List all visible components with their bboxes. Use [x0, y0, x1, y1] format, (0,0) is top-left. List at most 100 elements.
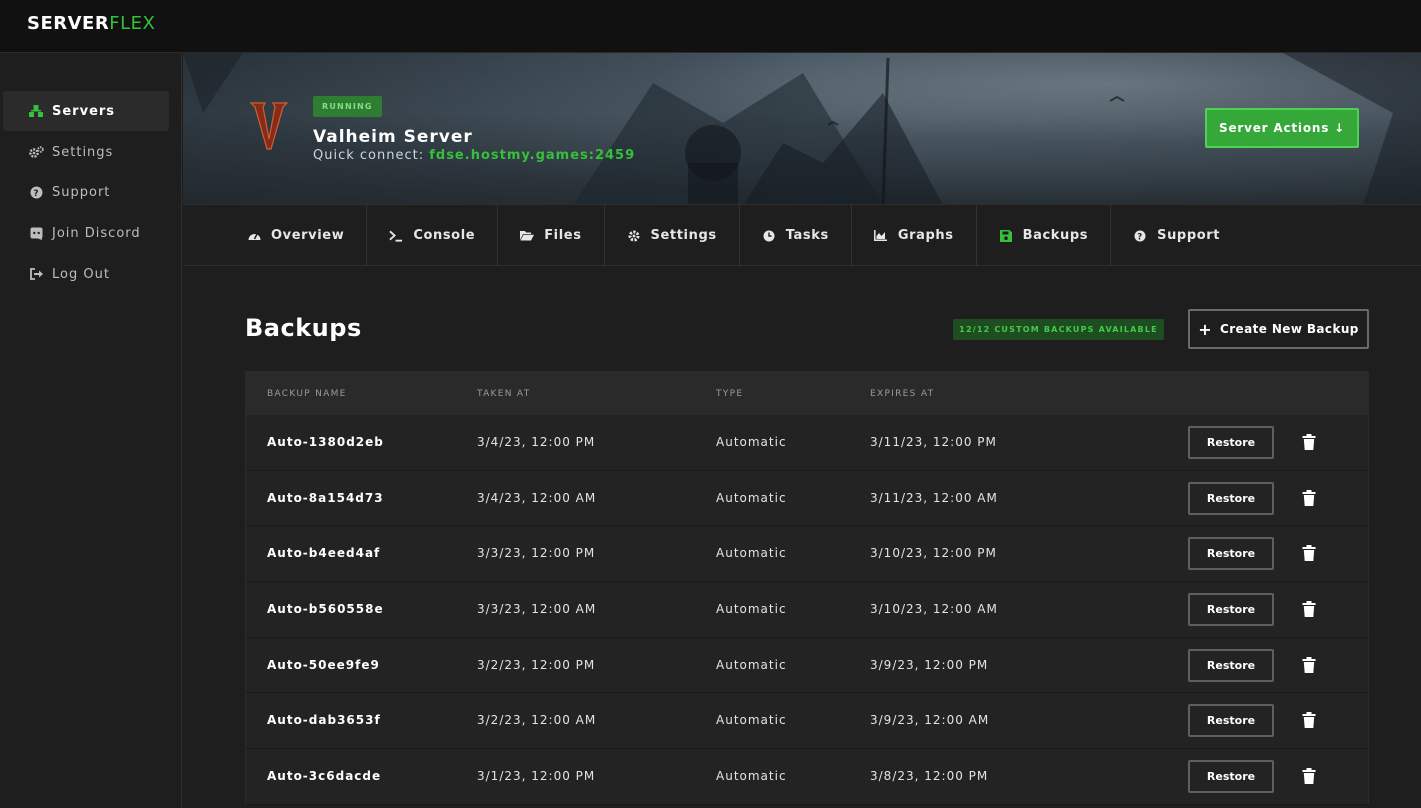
backup-taken-at: 3/1/23, 12:00 PM [477, 769, 596, 784]
sidebar-item-join-discord[interactable]: Join Discord [3, 213, 169, 253]
tab-label: Graphs [897, 228, 954, 243]
tab-files[interactable]: Files [498, 205, 605, 266]
tab-label: Backups [1022, 228, 1089, 243]
sidebar-item-label: Servers [52, 103, 116, 119]
backup-name: Auto-3c6dacde [267, 769, 382, 784]
backup-expires-at: 3/8/23, 12:00 PM [870, 769, 989, 784]
table-row: Auto-3c6dacde 3/1/23, 12:00 PM Automatic… [245, 749, 1369, 805]
restore-button[interactable]: Restore [1188, 648, 1274, 682]
quick-connect: Quick connect: fdse.hostmy.games:2459 [313, 148, 635, 163]
column-header-taken-at: TAKEN AT [477, 389, 531, 399]
table-body: Auto-1380d2eb 3/4/23, 12:00 PM Automatic… [245, 415, 1369, 805]
server-name: Valheim Server [313, 127, 473, 147]
gears-icon [28, 145, 44, 159]
sidebar-item-label: Support [52, 184, 111, 200]
backup-name: Auto-b4eed4af [267, 546, 381, 561]
question-circle-icon: ? [1133, 229, 1147, 243]
sidebar: Servers Settings ? Support Join Discord … [0, 53, 182, 808]
svg-text:?: ? [33, 189, 39, 199]
tab-support[interactable]: ? Support [1111, 205, 1242, 266]
top-bar: SERVERFLEX [0, 0, 1421, 53]
server-actions-button[interactable]: Server Actions ↓ [1205, 108, 1359, 148]
backup-expires-at: 3/11/23, 12:00 AM [870, 490, 998, 505]
backup-expires-at: 3/9/23, 12:00 PM [870, 657, 989, 672]
tab-tasks[interactable]: Tasks [740, 205, 852, 266]
backup-expires-at: 3/9/23, 12:00 AM [870, 713, 990, 728]
tab-settings[interactable]: Settings [605, 205, 740, 266]
backup-taken-at: 3/3/23, 12:00 AM [477, 602, 597, 617]
backup-expires-at: 3/10/23, 12:00 AM [870, 602, 998, 617]
quick-connect-label: Quick connect: [313, 148, 425, 163]
backups-available-badge: 12/12 CUSTOM BACKUPS AVAILABLE [953, 319, 1164, 340]
server-tabs: Overview Console Files Settings Tasks Gr… [183, 205, 1421, 266]
table-row: Auto-b4eed4af 3/3/23, 12:00 PM Automatic… [245, 526, 1369, 583]
tab-console[interactable]: Console [367, 205, 499, 266]
sidebar-item-label: Settings [52, 144, 114, 160]
server-header-banner: RUNNING Valheim Server Quick connect: fd… [183, 53, 1421, 205]
tab-overview[interactable]: Overview [183, 205, 368, 266]
restore-button[interactable]: Restore [1188, 760, 1274, 794]
backup-name: Auto-8a154d73 [267, 490, 384, 505]
dashboard-icon [247, 229, 261, 243]
page-title: Backups [245, 314, 362, 342]
backup-type: Automatic [716, 490, 787, 505]
clock-icon [762, 229, 776, 243]
status-badge: RUNNING [313, 96, 382, 117]
logo-part-server: SERVER [27, 13, 110, 34]
backup-type: Automatic [716, 713, 787, 728]
restore-button[interactable]: Restore [1188, 537, 1274, 571]
backup-type: Automatic [716, 657, 787, 672]
table-row: Auto-b560558e 3/3/23, 12:00 AM Automatic… [245, 582, 1369, 638]
svg-text:?: ? [1137, 232, 1143, 242]
restore-button[interactable]: Restore [1188, 704, 1274, 738]
area-chart-icon [874, 229, 888, 243]
servers-icon [28, 104, 44, 118]
trash-icon[interactable] [1302, 434, 1316, 450]
trash-icon[interactable] [1302, 768, 1316, 785]
floppy-disk-icon [999, 229, 1013, 243]
backup-taken-at: 3/4/23, 12:00 AM [477, 490, 597, 505]
trash-icon[interactable] [1302, 656, 1316, 673]
logo-part-flex: FLEX [109, 13, 156, 34]
column-header-expires-at: EXPIRES AT [870, 389, 935, 399]
trash-icon[interactable] [1302, 601, 1316, 618]
backup-type: Automatic [716, 602, 787, 617]
restore-button[interactable]: Restore [1188, 593, 1274, 627]
create-new-backup-button[interactable]: + Create New Backup [1188, 309, 1369, 349]
column-header-backup-name: BACKUP NAME [267, 389, 347, 399]
valheim-game-logo-icon [249, 102, 289, 150]
backup-expires-at: 3/10/23, 12:00 PM [870, 546, 997, 561]
tab-backups[interactable]: Backups [977, 205, 1112, 266]
tab-graphs[interactable]: Graphs [852, 205, 977, 266]
trash-icon[interactable] [1302, 712, 1316, 729]
logout-icon [28, 267, 44, 281]
serverflex-logo[interactable]: SERVERFLEX [27, 13, 155, 34]
sidebar-item-log-out[interactable]: Log Out [3, 254, 169, 294]
backup-taken-at: 3/2/23, 12:00 PM [477, 657, 596, 672]
backup-taken-at: 3/4/23, 12:00 PM [477, 435, 596, 449]
trash-icon[interactable] [1302, 489, 1316, 506]
backup-expires-at: 3/11/23, 12:00 PM [870, 435, 997, 449]
question-circle-icon: ? [28, 185, 44, 199]
table-row: Auto-1380d2eb 3/4/23, 12:00 PM Automatic… [245, 415, 1369, 471]
restore-button[interactable]: Restore [1188, 481, 1274, 515]
sidebar-item-label: Join Discord [52, 225, 141, 241]
column-header-type: TYPE [716, 389, 744, 399]
backup-name: Auto-dab3653f [267, 713, 381, 728]
sidebar-item-servers[interactable]: Servers [3, 91, 169, 131]
backup-name: Auto-b560558e [267, 602, 384, 617]
discord-icon [28, 226, 44, 240]
folder-open-icon [520, 229, 535, 243]
backup-taken-at: 3/3/23, 12:00 PM [477, 546, 596, 561]
quick-connect-address[interactable]: fdse.hostmy.games:2459 [429, 148, 635, 163]
tab-label: Tasks [785, 228, 829, 243]
sidebar-item-settings[interactable]: Settings [3, 132, 169, 172]
backup-name: Auto-50ee9fe9 [267, 657, 380, 672]
tab-label: Support [1157, 228, 1221, 243]
sidebar-item-label: Log Out [52, 266, 110, 282]
terminal-icon [389, 229, 403, 243]
sidebar-item-support[interactable]: ? Support [3, 172, 169, 212]
restore-button[interactable]: Restore [1188, 426, 1274, 459]
backup-type: Automatic [716, 769, 787, 784]
trash-icon[interactable] [1302, 545, 1316, 562]
